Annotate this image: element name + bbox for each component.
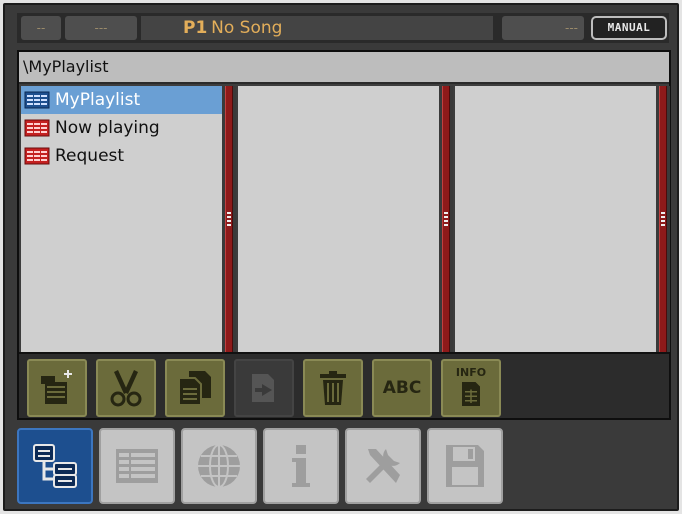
paste-icon [252,374,274,402]
list-item-label: Now playing [55,118,160,138]
globe-icon [198,444,240,488]
list-item-label: MyPlaylist [55,90,141,110]
trash-icon [320,371,346,405]
copy-icon [178,371,211,406]
cut-icon [110,370,142,407]
cut-button[interactable] [96,359,156,417]
info-button[interactable]: INFO [441,359,501,417]
status-position-segment: --- [65,16,137,40]
list-item-now-playing[interactable]: Now playing [21,114,222,142]
browser-column-2[interactable] [238,86,439,352]
column-resize-handle[interactable] [222,86,236,352]
status-time-segment: -- [21,16,61,40]
nav-browser-tab[interactable] [17,428,93,504]
status-bar: -- --- P1 No Song --- MANUAL [17,13,669,43]
browser-panel: \MyPlaylist MyPlaylist Now playing Reque… [17,50,671,420]
copy-button[interactable] [165,359,225,417]
browser-column-1[interactable]: MyPlaylist Now playing Request [21,86,222,352]
nav-list-tab[interactable] [99,428,175,504]
paste-button[interactable] [234,359,294,417]
player-label: P1 [183,18,208,38]
rename-icon: ABC [382,378,422,398]
browser-icon [33,444,77,488]
action-toolbar: ABC INFO [19,352,669,418]
new-playlist-icon [41,370,72,404]
info-icon [462,382,480,406]
column-resize-handle[interactable] [656,86,670,352]
list-item-request[interactable]: Request [21,142,222,170]
info-label: INFO [455,366,487,379]
save-icon [446,445,484,487]
song-title: No Song [211,18,283,38]
list-item-label: Request [55,146,125,166]
status-remaining-segment: --- [502,16,584,40]
list-item-myplaylist[interactable]: MyPlaylist [21,86,222,114]
delete-button[interactable] [303,359,363,417]
now-playing-display: P1 No Song [141,16,493,40]
playlist-icon [24,91,50,109]
browser-column-3[interactable] [455,86,656,352]
tools-icon [366,449,400,483]
manual-mode-button[interactable]: MANUAL [591,16,667,40]
list-icon [116,449,158,483]
nav-web-tab[interactable] [181,428,257,504]
nav-tools-tab[interactable] [345,428,421,504]
app-frame: -- --- P1 No Song --- MANUAL \MyPlaylist… [3,3,679,511]
new-playlist-button[interactable] [27,359,87,417]
nav-about-tab[interactable] [263,428,339,504]
about-icon [292,445,310,487]
rename-button[interactable]: ABC [372,359,432,417]
path-breadcrumb: \MyPlaylist [19,52,669,84]
playlist-red-icon [24,147,50,165]
column-resize-handle[interactable] [439,86,453,352]
playlist-red-icon [24,119,50,137]
nav-save-tab[interactable] [427,428,503,504]
